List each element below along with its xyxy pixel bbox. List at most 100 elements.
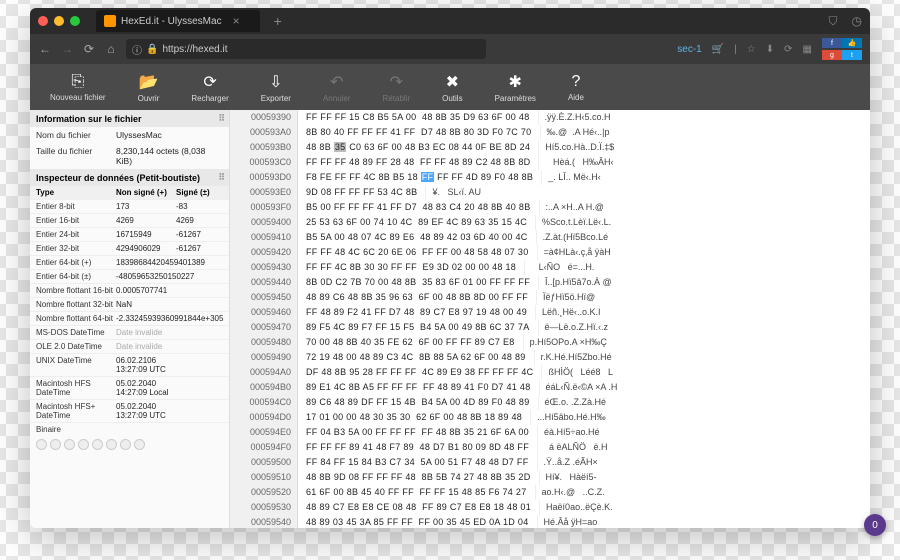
back-button[interactable]: ← [38,42,52,56]
hex-bytes[interactable]: DF 48 8B 95 28 FF FF FF 4C 89 E9 38 FF F… [298,365,541,380]
toolbar-aide[interactable]: ?Aide [552,73,600,102]
hex-row[interactable]: 00059500FF 84 FF 15 84 B3 C7 34 5A 00 51… [230,455,870,470]
maximize-window-button[interactable] [70,16,80,26]
close-tab-icon[interactable]: × [233,14,240,28]
hex-row[interactable]: 0005940025 53 63 6F 00 74 10 4C 89 EF 4C… [230,215,870,230]
hex-row[interactable]: 000594A0DF 48 8B 95 28 FF FF FF 4C 89 E9… [230,365,870,380]
hex-row[interactable]: 0005949072 19 48 00 48 89 C3 4C 8B 88 5A… [230,350,870,365]
hex-bytes[interactable]: B5 00 FF FF FF 41 FF D7 48 83 C4 20 48 8… [298,200,539,215]
hex-bytes[interactable]: 17 01 00 00 48 30 35 30 62 6F 00 48 8B 1… [298,410,530,425]
hex-row[interactable]: 000593F0B5 00 FF FF FF 41 FF D7 48 83 C4… [230,200,870,215]
hex-row[interactable]: 000593C0FF FF FF 48 89 FF 28 48 FF FF 48… [230,155,870,170]
bit[interactable] [92,439,103,450]
hex-ascii[interactable]: L‹ÑO é=...H. [524,260,870,275]
hex-ascii[interactable]: :..A ×H..A H.@ [539,200,871,215]
new-tab-button[interactable]: + [274,13,282,29]
hex-ascii[interactable]: ÏëƒHï5ö.Hï@ [536,290,870,305]
hex-bytes[interactable]: FF 04 B3 5A 00 FF FF FF FF 48 8B 35 21 6… [298,425,537,440]
hex-ascii[interactable]: á ëALÑÖ ë.H [537,440,870,455]
drag-handle-icon[interactable]: ⠿ [218,172,223,183]
hex-bytes[interactable]: FF FF FF 89 41 48 F7 89 48 D7 B1 80 09 8… [298,440,537,455]
hex-ascii[interactable]: ßHÌÖ( Léé8 L [541,365,870,380]
toolbar-paramètres[interactable]: ✱Paramètres [479,72,552,103]
hex-row[interactable]: 0005952061 6F 00 8B 45 40 FF FF FF FF 15… [230,485,870,500]
hex-bytes[interactable]: FF FF FF 15 C8 B5 5A 00 48 8B 35 D9 63 6… [298,110,538,125]
hex-bytes[interactable]: 8B 0D C2 7B 70 00 48 8B 35 83 6F 01 00 F… [298,275,538,290]
bit[interactable] [36,439,47,450]
hex-row[interactable]: 000594B089 E1 4C 8B A5 FF FF FF FF 48 89… [230,380,870,395]
hex-bytes[interactable]: 70 00 48 8B 40 35 FE 62 6F 00 FF FF 89 C… [298,335,523,350]
hex-bytes[interactable]: 9D 08 FF FF FF 53 4C 8B [298,185,425,200]
facebook-icon[interactable]: f [822,38,842,48]
hex-ascii[interactable]: r.K.Hé.Hí5Zbo.Hé [534,350,870,365]
hex-row[interactable]: 000594E0FF 04 B3 5A 00 FF FF FF FF 48 8B… [230,425,870,440]
hex-bytes[interactable]: 48 8B 9D 08 FF FF FF 48 8B 5B 74 27 48 8… [298,470,539,485]
hex-bytes[interactable]: FF FF FF 48 89 FF 28 48 FF FF 48 89 C2 4… [298,155,538,170]
hex-row[interactable]: 00059460FF 48 89 F2 41 FF D7 48 89 C7 E8… [230,305,870,320]
hex-ascii[interactable]: .ÿÿ.È.Z.H‹5.co.H [538,110,870,125]
hex-row[interactable]: 000593D0F8 FE FF FF 4C 8B B5 18 FF FF FF… [230,170,870,185]
home-button[interactable]: ⌂ [104,42,118,56]
hex-ascii[interactable]: ¥. SL‹ï. AU [425,185,870,200]
toolbar-outils[interactable]: ✖Outils [426,72,478,103]
hex-ascii[interactable]: ...Hí5âbo.Hé.H‰ [530,410,870,425]
close-window-button[interactable] [38,16,48,26]
hex-bytes[interactable]: 89 C6 48 89 DF FF 15 4B B4 5A 00 4D 89 F… [298,395,538,410]
hex-bytes[interactable]: 61 6F 00 8B 45 40 FF FF FF FF 15 48 85 F… [298,485,535,500]
hex-bytes[interactable]: 8B 80 40 FF FF FF 41 FF D7 48 8B 80 3D F… [298,125,540,140]
hex-row[interactable]: 00059420FF FF 48 4C 6C 20 6E 06 FF FF 00… [230,245,870,260]
grid-icon[interactable]: ▦ [803,44,812,55]
twitter-icon[interactable]: t [842,50,862,60]
hex-ascii[interactable]: éŒ.o. .Z.Zà.Hé [538,395,870,410]
hex-row[interactable]: 000594D017 01 00 00 48 30 35 30 62 6F 00… [230,410,870,425]
hex-bytes[interactable]: FF FF 48 4C 6C 20 6E 06 FF FF 00 48 58 4… [298,245,537,260]
hex-bytes[interactable]: 48 8B 35 C0 63 6F 00 48 B3 EC 08 44 0F B… [298,140,538,155]
hex-row[interactable]: 0005948070 00 48 8B 40 35 FE 62 6F 00 FF… [230,335,870,350]
toolbar-recharger[interactable]: ⟳Recharger [175,72,244,103]
hex-ascii[interactable]: p.Hí5OPo.A ×H‰Ç [523,335,870,350]
bit[interactable] [50,439,61,450]
bit[interactable] [120,439,131,450]
hex-row[interactable]: 000593E09D 08 FF FF FF 53 4C 8B¥. SL‹ï. … [230,185,870,200]
clock-icon[interactable]: ◷ [852,14,862,29]
hex-row[interactable]: 000594408B 0D C2 7B 70 00 48 8B 35 83 6F… [230,275,870,290]
hex-row[interactable]: 0005951048 8B 9D 08 FF FF FF 48 8B 5B 74… [230,470,870,485]
bit[interactable] [64,439,75,450]
hex-ascii[interactable]: éáL‹Ñ.ë‹©A ×A .H [539,380,871,395]
toolbar-exporter[interactable]: ⇩Exporter [245,72,307,103]
bit[interactable] [106,439,117,450]
hex-ascii[interactable]: _. LÎ.. Më‹.H‹ [541,170,870,185]
hex-row[interactable]: 000594F0FF FF FF 89 41 48 F7 89 48 D7 B1… [230,440,870,455]
shield-icon[interactable]: ⛉ [829,14,838,29]
hex-ascii[interactable]: .Ÿ..å.Z .éÃH× [537,455,870,470]
hex-bytes[interactable]: F8 FE FF FF 4C 8B B5 18 FF FF FF 4D 89 F… [298,170,541,185]
hex-ascii[interactable]: =à¢HLà‹.ç‚å ÿàH [537,245,870,260]
hex-row[interactable]: 0005947089 F5 4C 89 F7 FF 15 F5 B4 5A 00… [230,320,870,335]
hex-bytes[interactable]: 89 F5 4C 89 F7 FF 15 F5 B4 5A 00 49 8B 6… [298,320,538,335]
hex-bytes[interactable]: 48 89 C6 48 8B 35 96 63 6F 00 48 8B 8D 0… [298,290,536,305]
hex-ascii[interactable]: ë—Lë.o.Z.Hï.‹.z [538,320,870,335]
hex-row[interactable]: 000593B048 8B 35 C0 63 6F 00 48 B3 EC 08… [230,140,870,155]
sec1-indicator[interactable]: sec-1 [677,44,701,55]
hex-bytes[interactable]: FF 48 89 F2 41 FF D7 48 89 C7 E8 97 19 4… [298,305,535,320]
toolbar-nouveau-fichier[interactable]: ⎘Nouveau fichier [34,73,122,102]
cart-icon[interactable]: 🛒 [712,44,724,55]
hex-ascii[interactable]: Haëí0ao..ëÇè.K. [539,500,870,515]
hex-row[interactable]: 00059390FF FF FF 15 C8 B5 5A 00 48 8B 35… [230,110,870,125]
drag-handle-icon[interactable]: ⠿ [218,113,223,124]
hex-row[interactable]: 0005954048 89 03 45 3A 85 FF FF FF 00 35… [230,515,870,528]
hex-ascii[interactable]: .Z.àt.(Hï5Bco.Lé [536,230,870,245]
hex-ascii[interactable]: Lëñ.¸Hë‹..o.K.I [535,305,870,320]
hex-ascii[interactable]: %Sco.t.Lèï.Lë‹.L. [535,215,870,230]
hex-ascii[interactable]: ao.H‹.@ ..C.Z. [535,485,871,500]
hex-row[interactable]: 0005945048 89 C6 48 8B 35 96 63 6F 00 48… [230,290,870,305]
toolbar-annuler[interactable]: ↶Annuler [307,72,367,103]
file-info-header[interactable]: Information sur le fichier ⠿ [30,110,229,127]
bit[interactable] [134,439,145,450]
forward-button[interactable]: → [60,42,74,56]
minimize-window-button[interactable] [54,16,64,26]
hex-row[interactable]: 000594C089 C6 48 89 DF FF 15 4B B4 5A 00… [230,395,870,410]
info-icon[interactable]: ⓘ [132,42,142,57]
hex-bytes[interactable]: 72 19 48 00 48 89 C3 4C 8B 88 5A 62 6F 0… [298,350,534,365]
hex-view[interactable]: 00059390FF FF FF 15 C8 B5 5A 00 48 8B 35… [230,110,870,528]
